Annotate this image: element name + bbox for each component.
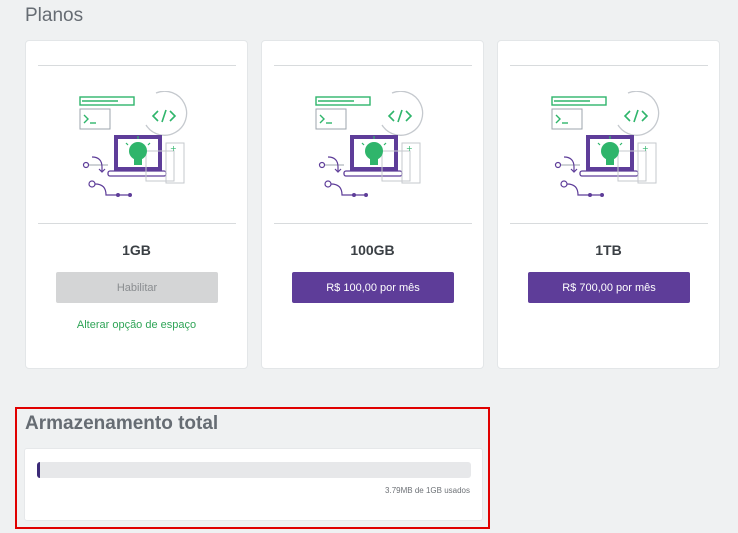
plan-size: 1GB (122, 242, 151, 258)
change-space-option-link[interactable]: Alterar opção de espaço (26, 319, 247, 331)
plan-size: 1TB (595, 242, 622, 258)
plan-card-1tb: + 1TB R$ 700,00 por mês (497, 40, 720, 369)
laptop-icon (343, 135, 421, 184)
buy-1tb-plan-button[interactable]: R$ 700,00 por mês (528, 272, 690, 303)
storage-card: 3.79MB de 1GB usados (24, 448, 483, 521)
code-icon (381, 91, 424, 136)
storage-progress-fill (37, 462, 40, 478)
svg-text:+: + (642, 144, 649, 153)
enable-plan-button[interactable]: Habilitar (56, 272, 218, 303)
card-divider-bottom (510, 223, 708, 224)
plan-card-1gb: + 1GB Habilitar Alterar opção de espaço (25, 40, 248, 369)
terminal-icon (79, 96, 135, 130)
svg-text:+: + (406, 144, 413, 153)
laptop-icon (107, 135, 185, 184)
terminal-icon (315, 96, 371, 130)
laptop-icon (579, 135, 657, 184)
storage-progress-bar (37, 462, 471, 478)
plan-illustration: + (551, 91, 660, 197)
terminal-icon (551, 96, 607, 130)
code-icon (617, 91, 660, 136)
plan-illustration: + (315, 91, 424, 197)
plans-title: Planos (25, 5, 84, 26)
svg-text:+: + (170, 144, 177, 153)
storage-title: Armazenamento total (25, 413, 219, 434)
card-divider-bottom (38, 223, 236, 224)
code-icon (145, 91, 188, 136)
plan-illustration: + (79, 91, 188, 197)
buy-100gb-plan-button[interactable]: R$ 100,00 por mês (292, 272, 454, 303)
card-divider-top (274, 65, 472, 66)
storage-usage-text: 3.79MB de 1GB usados (385, 486, 470, 495)
card-divider-top (510, 65, 708, 66)
card-divider-bottom (274, 223, 472, 224)
plan-card-100gb: + 100GB R$ 100,00 por mês (261, 40, 484, 369)
card-divider-top (38, 65, 236, 66)
plan-size: 100GB (350, 242, 395, 258)
